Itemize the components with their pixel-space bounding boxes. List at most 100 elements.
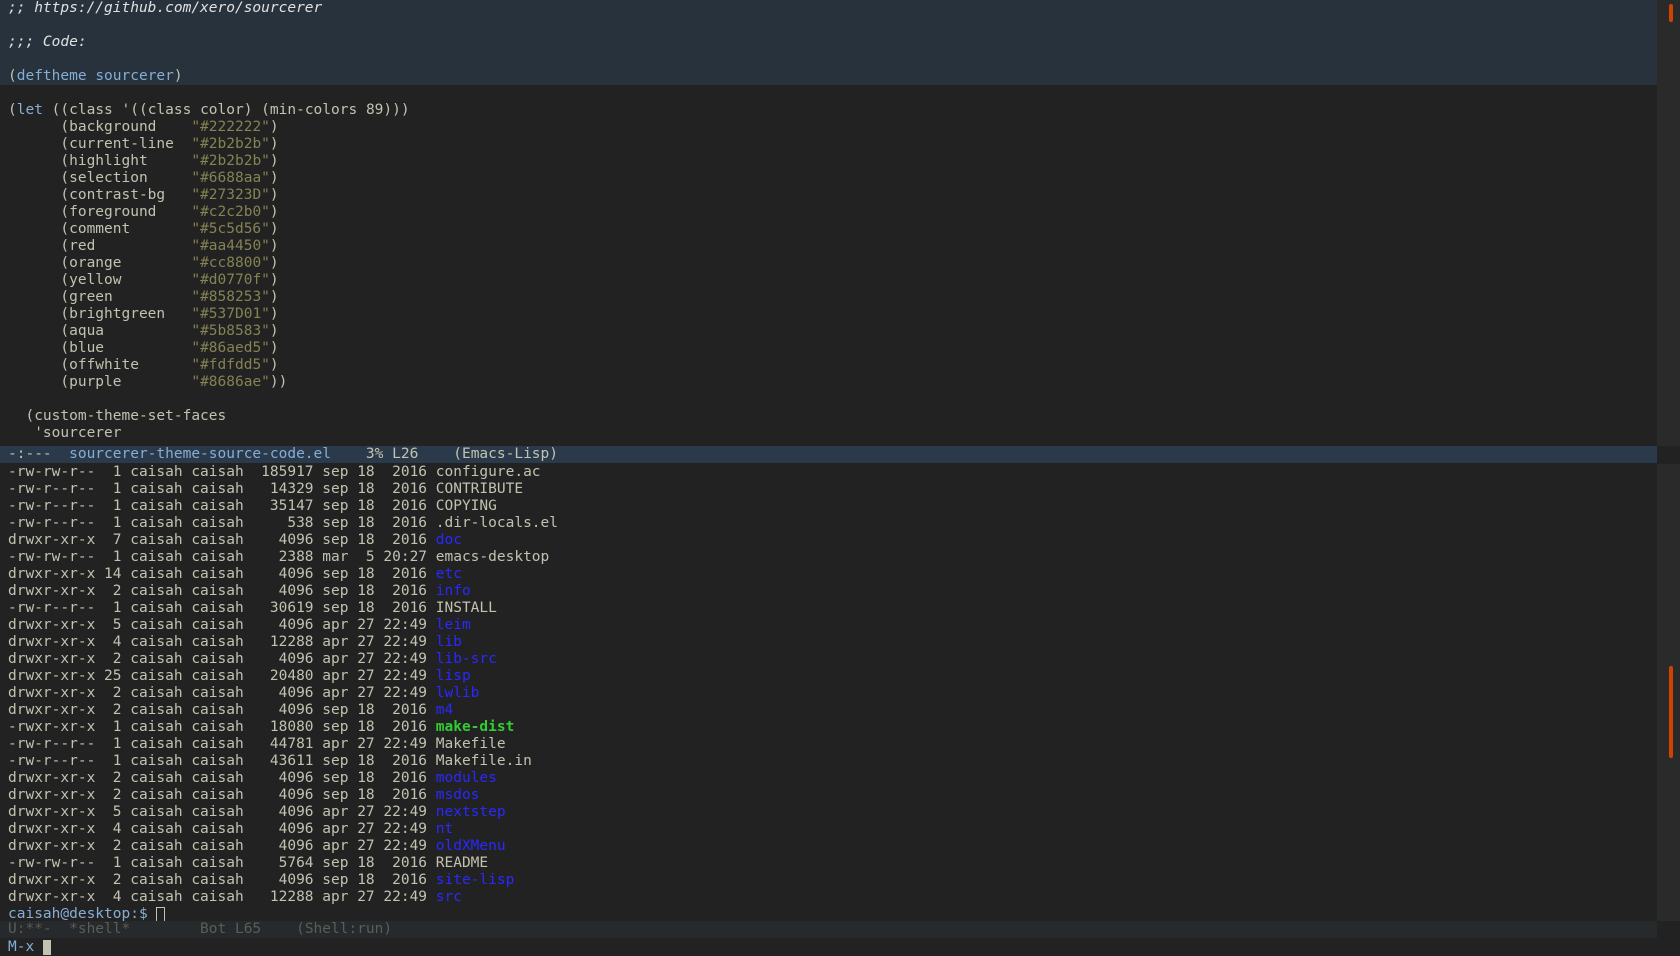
shell-window[interactable]: -rw-rw-r-- 1 caisah caisah 185917 sep 18… bbox=[0, 464, 1657, 921]
modeline-status: -:--- bbox=[8, 446, 70, 462]
file-name[interactable]: etc bbox=[436, 566, 462, 582]
file-row: -rw-r--r-- 1 caisah caisah 14329 sep 18 … bbox=[8, 481, 524, 497]
color-binding: (foreground "#c2c2b0") bbox=[8, 204, 279, 220]
color-name: foreground bbox=[69, 204, 157, 220]
file-name[interactable]: msdos bbox=[436, 787, 480, 803]
color-value: "#27323D" bbox=[191, 187, 270, 203]
file-row: drwxr-xr-x 25 caisah caisah 20480 apr 27… bbox=[8, 668, 471, 684]
file-row: drwxr-xr-x 5 caisah caisah 4096 apr 27 2… bbox=[8, 804, 506, 820]
paren: ( bbox=[8, 68, 17, 84]
file-name[interactable]: lib bbox=[436, 634, 462, 650]
color-name: blue bbox=[69, 340, 105, 356]
file-row: drwxr-xr-x 2 caisah caisah 4096 sep 18 2… bbox=[8, 770, 497, 786]
file-name[interactable]: nextstep bbox=[436, 804, 506, 820]
color-binding: (orange "#cc8800") bbox=[8, 255, 279, 271]
color-binding: (highlight "#2b2b2b") bbox=[8, 153, 279, 169]
paren: ) bbox=[173, 68, 183, 84]
file-row: drwxr-xr-x 7 caisah caisah 4096 sep 18 2… bbox=[8, 532, 462, 548]
keyword: deftheme bbox=[16, 68, 87, 84]
file-row: drwxr-xr-x 2 caisah caisah 4096 apr 27 2… bbox=[8, 685, 480, 701]
code-line: ;;; Code: bbox=[0, 34, 1657, 51]
color-binding: (contrast-bg "#27323D") bbox=[8, 187, 279, 203]
color-name: aqua bbox=[69, 323, 105, 339]
color-value: "#fdfdd5" bbox=[191, 357, 270, 373]
file-name[interactable]: m4 bbox=[436, 702, 453, 718]
shell-prompt: caisah@desktop:$ bbox=[8, 906, 157, 921]
minibuffer[interactable]: M-x bbox=[0, 938, 1680, 956]
keyword: let bbox=[16, 102, 43, 118]
file-row: -rw-rw-r-- 1 caisah caisah 5764 sep 18 2… bbox=[8, 855, 489, 871]
color-name: red bbox=[69, 238, 96, 254]
file-row: drwxr-xr-x 5 caisah caisah 4096 apr 27 2… bbox=[8, 617, 471, 633]
file-row: -rw-r--r-- 1 caisah caisah 43611 sep 18 … bbox=[8, 753, 532, 769]
file-name[interactable]: configure.ac bbox=[436, 464, 541, 480]
file-name[interactable]: lib-src bbox=[436, 651, 497, 667]
color-name: comment bbox=[69, 221, 131, 237]
color-value: "#86aed5" bbox=[191, 340, 270, 356]
color-binding: (yellow "#d0770f") bbox=[8, 272, 279, 288]
file-name[interactable]: info bbox=[436, 583, 471, 599]
color-name: orange bbox=[69, 255, 122, 271]
modeline-mode[interactable]: (Shell:run) bbox=[296, 921, 392, 937]
code-line: ;; https://github.com/xero/sourcerer bbox=[0, 0, 1657, 17]
color-value: "#aa4450" bbox=[191, 238, 270, 254]
color-name: current-line bbox=[69, 136, 174, 152]
editor-scroll-thumb[interactable] bbox=[1669, 4, 1673, 22]
file-name[interactable]: nt bbox=[436, 821, 453, 837]
color-name: offwhite bbox=[69, 357, 139, 373]
shell-modeline[interactable]: U:**- *shell* Bot L65 (Shell:run) bbox=[0, 921, 1657, 938]
file-name[interactable]: CONTRIBUTE bbox=[436, 481, 523, 497]
text-cursor bbox=[156, 906, 166, 921]
shell-prompt-line[interactable]: caisah@desktop:$ bbox=[0, 906, 1657, 921]
modeline-buffer-name[interactable]: sourcerer-theme-source-code.el bbox=[69, 446, 331, 462]
file-name[interactable]: src bbox=[436, 889, 462, 905]
file-name[interactable]: make-dist bbox=[436, 719, 515, 735]
color-value: "#5c5d56" bbox=[191, 221, 270, 237]
color-value: "#5b8583" bbox=[191, 323, 270, 339]
file-name[interactable]: lisp bbox=[436, 668, 471, 684]
color-binding: (brightgreen "#537D01") bbox=[8, 306, 279, 322]
file-row: drwxr-xr-x 4 caisah caisah 12288 apr 27 … bbox=[8, 634, 462, 650]
file-row: drwxr-xr-x 4 caisah caisah 12288 apr 27 … bbox=[8, 889, 462, 905]
file-name[interactable]: README bbox=[436, 855, 488, 871]
comment-text: ;; https://github.com/xero/sourcerer bbox=[8, 0, 323, 16]
color-binding: (current-line "#2b2b2b") bbox=[8, 136, 279, 152]
modeline-position: 3% L26 bbox=[331, 446, 454, 462]
editor-modeline[interactable]: -:--- sourcerer-theme-source-code.el 3% … bbox=[0, 446, 1657, 463]
file-name[interactable]: INSTALL bbox=[436, 600, 497, 616]
color-binding: (selection "#6688aa") bbox=[8, 170, 279, 186]
color-value: "#cc8800" bbox=[191, 255, 270, 271]
modeline-buffer-name[interactable]: *shell* bbox=[69, 921, 130, 937]
theme-symbol: sourcerer bbox=[95, 68, 174, 84]
color-name: brightgreen bbox=[69, 306, 166, 322]
file-name[interactable]: .dir-locals.el bbox=[436, 515, 558, 531]
color-value: "#858253" bbox=[191, 289, 270, 305]
editor-window[interactable]: ;; https://github.com/xero/sourcerer ;;;… bbox=[0, 0, 1657, 446]
color-binding: (offwhite "#fdfdd5") bbox=[8, 357, 279, 373]
shell-scrollbar[interactable] bbox=[1657, 464, 1680, 921]
code-line: (deftheme sourcerer) bbox=[0, 68, 1657, 85]
file-row: -rw-r--r-- 1 caisah caisah 35147 sep 18 … bbox=[8, 498, 497, 514]
file-row: -rw-rw-r-- 1 caisah caisah 185917 sep 18… bbox=[8, 464, 541, 480]
file-name[interactable]: doc bbox=[436, 532, 462, 548]
file-name[interactable]: modules bbox=[436, 770, 497, 786]
file-row: drwxr-xr-x 2 caisah caisah 4096 apr 27 2… bbox=[8, 651, 497, 667]
file-name[interactable]: Makefile bbox=[436, 736, 506, 752]
file-name[interactable]: lwlib bbox=[436, 685, 480, 701]
editor-scrollbar[interactable] bbox=[1657, 0, 1680, 446]
file-row: drwxr-xr-x 2 caisah caisah 4096 apr 27 2… bbox=[8, 838, 506, 854]
color-value: "#8686ae" bbox=[191, 374, 270, 390]
file-name[interactable]: Makefile.in bbox=[436, 753, 532, 769]
file-row: -rw-rw-r-- 1 caisah caisah 2388 mar 5 20… bbox=[8, 549, 550, 565]
file-name[interactable]: site-lisp bbox=[436, 872, 515, 888]
modeline-mode[interactable]: (Emacs-Lisp) bbox=[453, 446, 558, 462]
file-name[interactable]: oldXMenu bbox=[436, 838, 506, 854]
shell-scroll-thumb[interactable] bbox=[1669, 666, 1673, 758]
file-name[interactable]: COPYING bbox=[436, 498, 497, 514]
color-name: purple bbox=[69, 374, 122, 390]
file-name[interactable]: leim bbox=[436, 617, 471, 633]
file-name[interactable]: emacs-desktop bbox=[436, 549, 550, 565]
color-name: highlight bbox=[69, 153, 148, 169]
